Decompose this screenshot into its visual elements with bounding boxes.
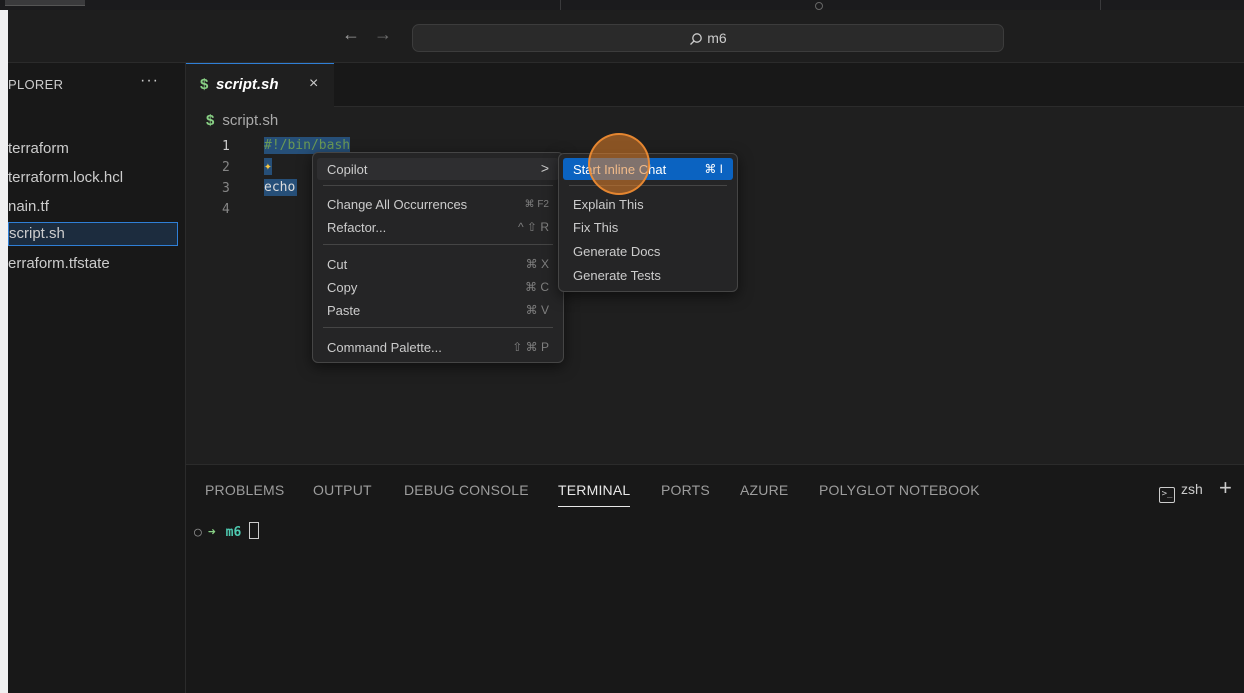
close-icon[interactable]: × [309,75,318,93]
forward-arrow-icon[interactable]: → [374,24,392,45]
bottom-panel: PROBLEMS OUTPUT DEBUG CONSOLE TERMINAL P… [186,464,1244,693]
menu-item-label: Change All Occurrences [327,197,468,212]
terminal-prompt[interactable]: ○ ➜ m6 [194,522,260,540]
context-menu: Copilot > Change All Occurrences ⌘ F2 Re… [312,152,564,363]
line-number: 4 [222,202,230,217]
menu-item-generate-tests[interactable]: Generate Tests [563,264,733,286]
menu-item-cut[interactable]: Cut ⌘ X [317,253,559,275]
editor-tabs: $ script.sh × [186,63,1244,107]
shortcut: ⌘ I [704,162,723,176]
tab-script-sh[interactable]: $ script.sh × [186,63,334,107]
more-actions-icon[interactable]: ··· [140,72,159,90]
panel-tab-ports[interactable]: PORTS [661,482,710,498]
menu-item-label: Fix This [573,220,619,235]
panel-tab-polyglot-notebook[interactable]: POLYGLOT NOTEBOOK [819,482,980,498]
shortcut: ⌘ C [525,280,549,294]
menu-separator [323,244,553,245]
breadcrumb[interactable]: $ script.sh [206,112,278,129]
line-number: 3 [222,181,230,196]
shortcut: ⌘ V [525,303,549,317]
command-center-search[interactable]: m6 [412,24,1004,52]
file-item[interactable]: nain.tf [8,195,178,219]
menu-item-refactor[interactable]: Refactor... ^ ⇧ R [317,216,559,238]
line-number: 1 [222,139,230,154]
code-line: echo [264,179,298,196]
menu-item-label: Cut [327,257,348,272]
explorer-sidebar: PLORER ··· terraform terraform.lock.hcl … [8,63,186,693]
line-number: 2 [222,160,230,175]
menu-item-label: Start Inline Chat [573,162,667,177]
os-top-strip [0,0,1244,10]
divider [560,0,561,10]
terminal-selector[interactable]: >_ zsh [1159,481,1203,503]
status-dot-icon [815,2,823,10]
menu-item-fix-this[interactable]: Fix This [563,216,733,238]
shortcut: ⇧ ⌘ P [512,340,549,354]
shortcut: ^ ⇧ R [517,220,549,234]
menu-item-label: Refactor... [327,220,387,235]
shortcut: ⌘ F2 [524,199,549,210]
add-terminal-icon[interactable]: + [1219,475,1232,501]
menu-item-label: Copy [327,280,358,295]
shell-file-icon: $ [200,76,209,93]
copilot-submenu: Start Inline Chat ⌘ I Explain This Fix T… [558,153,738,292]
panel-tab-debug-console[interactable]: DEBUG CONSOLE [404,482,529,498]
menu-item-command-palette[interactable]: Command Palette... ⇧ ⌘ P [317,336,559,358]
search-icon [690,33,703,45]
chevron-right-icon: > [540,160,549,176]
file-item[interactable]: terraform [8,137,178,161]
menu-item-copy[interactable]: Copy ⌘ C [317,276,559,298]
title-bar: ← → m6 [8,10,1244,63]
panel-tab-azure[interactable]: AZURE [740,482,788,498]
divider [1100,0,1101,10]
shell-file-icon: $ [206,112,215,129]
menu-item-generate-docs[interactable]: Generate Docs [563,240,733,262]
os-window-fragment [5,0,85,6]
vscode-window: ← → m6 PLORER ··· terraform terraform.lo… [8,10,1244,693]
menu-item-label: Generate Docs [573,244,661,259]
menu-item-paste[interactable]: Paste ⌘ V [317,299,559,321]
sparkle-icon: ✦ [264,158,272,175]
menu-item-label: Explain This [573,197,644,212]
menu-item-label: Command Palette... [327,340,442,355]
panel-tab-terminal[interactable]: TERMINAL [558,482,631,507]
menu-item-start-inline-chat[interactable]: Start Inline Chat ⌘ I [563,158,733,180]
menu-item-explain-this[interactable]: Explain This [563,193,733,215]
menu-item-label: Copilot [327,162,368,177]
menu-item-change-all-occurrences[interactable]: Change All Occurrences ⌘ F2 [317,193,559,215]
prompt-directory: m6 [225,525,242,540]
menu-item-copilot[interactable]: Copilot > [317,158,559,180]
back-arrow-icon[interactable]: ← [342,24,360,45]
file-item[interactable]: erraform.tfstate [8,252,178,276]
menu-separator [569,185,727,186]
tab-label: script.sh [216,76,279,93]
explorer-title: PLORER [8,77,64,92]
prompt-arrow-icon: ➜ [207,525,216,540]
file-item-selected[interactable]: script.sh [8,222,178,246]
file-item[interactable]: terraform.lock.hcl [8,166,178,190]
shortcut: ⌘ X [525,257,549,271]
search-text: m6 [707,30,727,46]
panel-tab-output[interactable]: OUTPUT [313,482,372,498]
prompt-circle-icon: ○ [194,525,202,540]
menu-item-label: Paste [327,303,361,318]
breadcrumb-file: script.sh [222,112,279,129]
panel-tab-problems[interactable]: PROBLEMS [205,482,284,498]
terminal-cursor [249,522,260,539]
menu-separator [323,327,553,328]
shell-name: zsh [1181,481,1203,497]
menu-item-label: Generate Tests [573,268,661,283]
menu-separator [323,185,553,186]
terminal-icon: >_ [1159,487,1175,503]
